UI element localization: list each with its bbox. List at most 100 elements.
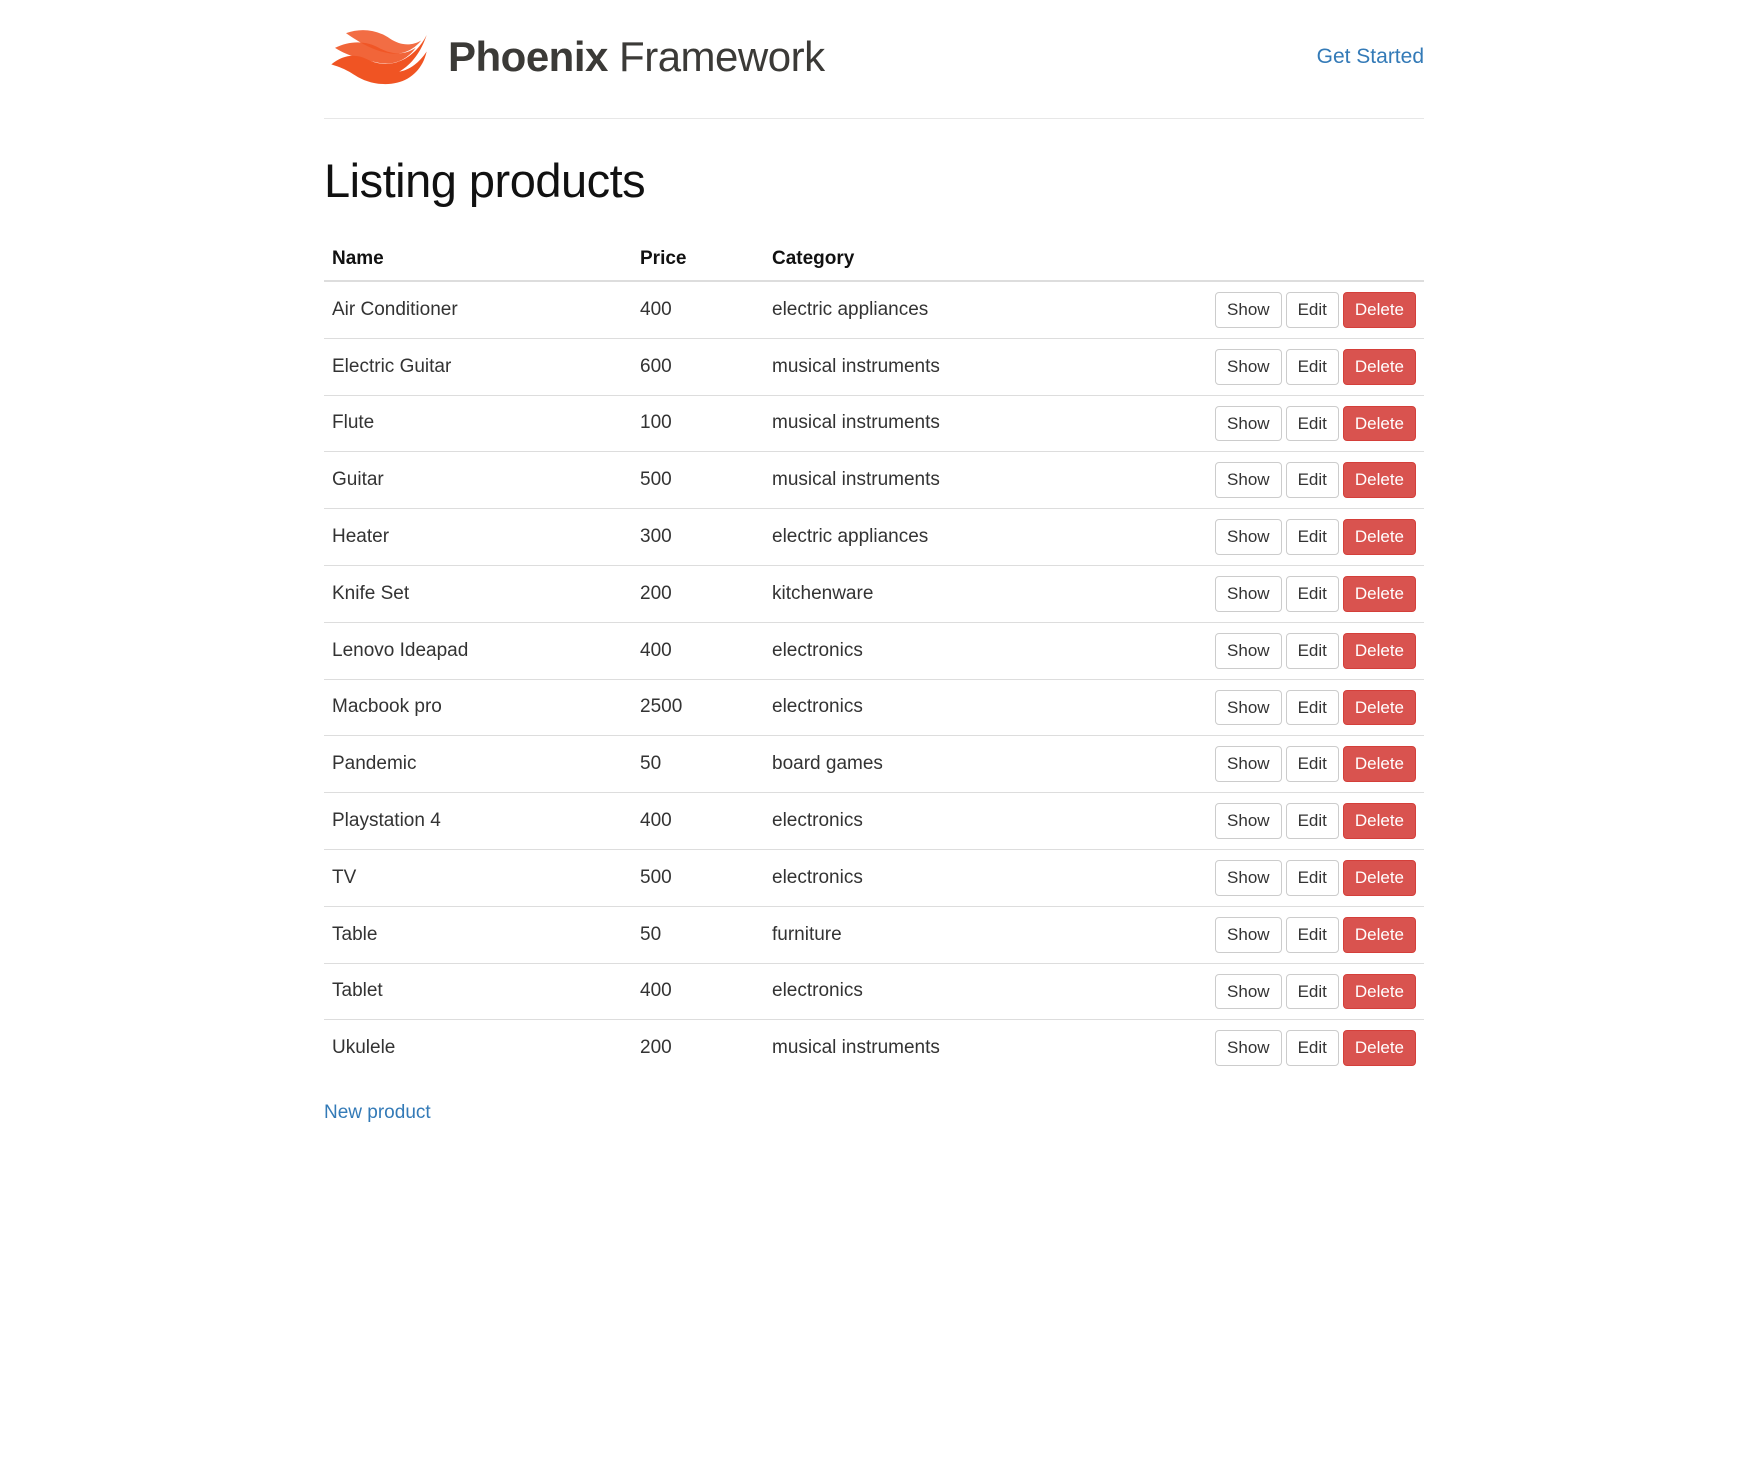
cell-actions: ShowEditDelete [1182, 679, 1424, 736]
new-product-link[interactable]: New product [324, 1102, 431, 1124]
edit-button[interactable]: Edit [1286, 406, 1339, 442]
cell-actions: ShowEditDelete [1182, 565, 1424, 622]
show-button[interactable]: Show [1215, 519, 1282, 555]
cell-name: Tablet [324, 963, 632, 1020]
brand-name-light: Framework [619, 33, 825, 80]
edit-button[interactable]: Edit [1286, 803, 1339, 839]
delete-button[interactable]: Delete [1343, 519, 1416, 555]
cell-price: 300 [632, 509, 764, 566]
cell-price: 200 [632, 1020, 764, 1076]
cell-category: electric appliances [764, 509, 1182, 566]
col-header-price: Price [632, 238, 764, 281]
cell-actions: ShowEditDelete [1182, 395, 1424, 452]
show-button[interactable]: Show [1215, 349, 1282, 385]
show-button[interactable]: Show [1215, 803, 1282, 839]
show-button[interactable]: Show [1215, 1030, 1282, 1066]
table-row: Knife Set200kitchenwareShowEditDelete [324, 565, 1424, 622]
delete-button[interactable]: Delete [1343, 406, 1416, 442]
edit-button[interactable]: Edit [1286, 974, 1339, 1010]
show-button[interactable]: Show [1215, 917, 1282, 953]
show-button[interactable]: Show [1215, 746, 1282, 782]
delete-button[interactable]: Delete [1343, 349, 1416, 385]
cell-category: electronics [764, 963, 1182, 1020]
products-table: Name Price Category Air Conditioner400el… [324, 238, 1424, 1076]
edit-button[interactable]: Edit [1286, 292, 1339, 328]
show-button[interactable]: Show [1215, 690, 1282, 726]
cell-actions: ShowEditDelete [1182, 963, 1424, 1020]
edit-button[interactable]: Edit [1286, 576, 1339, 612]
delete-button[interactable]: Delete [1343, 690, 1416, 726]
show-button[interactable]: Show [1215, 462, 1282, 498]
edit-button[interactable]: Edit [1286, 690, 1339, 726]
delete-button[interactable]: Delete [1343, 746, 1416, 782]
table-row: Flute100musical instrumentsShowEditDelet… [324, 395, 1424, 452]
edit-button[interactable]: Edit [1286, 1030, 1339, 1066]
table-row: Guitar500musical instrumentsShowEditDele… [324, 452, 1424, 509]
edit-button[interactable]: Edit [1286, 349, 1339, 385]
table-row: Air Conditioner400electric appliancesSho… [324, 281, 1424, 338]
brand-logo: Phoenix Framework [324, 18, 825, 96]
cell-name: Macbook pro [324, 679, 632, 736]
page-title: Listing products [324, 153, 1424, 208]
edit-button[interactable]: Edit [1286, 917, 1339, 953]
cell-category: musical instruments [764, 338, 1182, 395]
table-row: TV500electronicsShowEditDelete [324, 849, 1424, 906]
show-button[interactable]: Show [1215, 860, 1282, 896]
table-row: Pandemic50board gamesShowEditDelete [324, 736, 1424, 793]
table-row: Macbook pro2500electronicsShowEditDelete [324, 679, 1424, 736]
cell-category: electronics [764, 679, 1182, 736]
cell-name: Flute [324, 395, 632, 452]
cell-name: Knife Set [324, 565, 632, 622]
delete-button[interactable]: Delete [1343, 803, 1416, 839]
cell-category: kitchenware [764, 565, 1182, 622]
delete-button[interactable]: Delete [1343, 1030, 1416, 1066]
cell-category: electronics [764, 793, 1182, 850]
cell-price: 500 [632, 452, 764, 509]
cell-actions: ShowEditDelete [1182, 509, 1424, 566]
get-started-link[interactable]: Get Started [1317, 45, 1424, 69]
cell-actions: ShowEditDelete [1182, 452, 1424, 509]
show-button[interactable]: Show [1215, 406, 1282, 442]
edit-button[interactable]: Edit [1286, 633, 1339, 669]
cell-category: board games [764, 736, 1182, 793]
cell-name: Electric Guitar [324, 338, 632, 395]
delete-button[interactable]: Delete [1343, 292, 1416, 328]
delete-button[interactable]: Delete [1343, 633, 1416, 669]
cell-name: Guitar [324, 452, 632, 509]
cell-price: 100 [632, 395, 764, 452]
cell-category: electronics [764, 849, 1182, 906]
show-button[interactable]: Show [1215, 292, 1282, 328]
cell-price: 400 [632, 963, 764, 1020]
table-row: Lenovo Ideapad400electronicsShowEditDele… [324, 622, 1424, 679]
delete-button[interactable]: Delete [1343, 576, 1416, 612]
table-row: Playstation 4400electronicsShowEditDelet… [324, 793, 1424, 850]
show-button[interactable]: Show [1215, 576, 1282, 612]
cell-name: Pandemic [324, 736, 632, 793]
phoenix-icon [324, 18, 434, 96]
show-button[interactable]: Show [1215, 974, 1282, 1010]
cell-category: musical instruments [764, 452, 1182, 509]
show-button[interactable]: Show [1215, 633, 1282, 669]
cell-price: 500 [632, 849, 764, 906]
brand-name-strong: Phoenix [448, 33, 608, 80]
cell-actions: ShowEditDelete [1182, 849, 1424, 906]
cell-name: Table [324, 906, 632, 963]
delete-button[interactable]: Delete [1343, 462, 1416, 498]
edit-button[interactable]: Edit [1286, 860, 1339, 896]
edit-button[interactable]: Edit [1286, 462, 1339, 498]
col-header-actions [1182, 238, 1424, 281]
cell-category: musical instruments [764, 395, 1182, 452]
col-header-name: Name [324, 238, 632, 281]
cell-actions: ShowEditDelete [1182, 736, 1424, 793]
cell-name: TV [324, 849, 632, 906]
table-row: Electric Guitar600musical instrumentsSho… [324, 338, 1424, 395]
table-row: Ukulele200musical instrumentsShowEditDel… [324, 1020, 1424, 1076]
delete-button[interactable]: Delete [1343, 860, 1416, 896]
edit-button[interactable]: Edit [1286, 746, 1339, 782]
cell-actions: ShowEditDelete [1182, 281, 1424, 338]
cell-price: 400 [632, 622, 764, 679]
edit-button[interactable]: Edit [1286, 519, 1339, 555]
delete-button[interactable]: Delete [1343, 917, 1416, 953]
delete-button[interactable]: Delete [1343, 974, 1416, 1010]
cell-name: Lenovo Ideapad [324, 622, 632, 679]
